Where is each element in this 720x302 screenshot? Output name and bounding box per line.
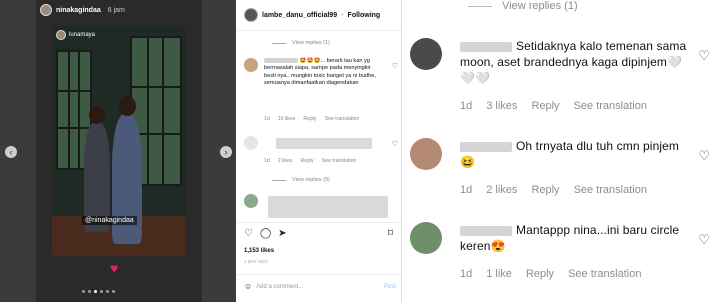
post-username[interactable]: lambe_danu_official99 <box>262 12 337 19</box>
like-heart-icon[interactable]: ♡ <box>392 140 398 148</box>
story-next-button[interactable]: › <box>220 146 232 158</box>
comment-avatar[interactable] <box>410 222 442 254</box>
story-photo: lunamaya @ninakagindaa <box>52 26 186 256</box>
post-time-ago: 1 DAY AGO <box>244 259 268 264</box>
story-dot <box>106 290 109 293</box>
see-translation-button[interactable]: See translation <box>574 100 647 112</box>
photo-username: lunamaya <box>69 32 96 38</box>
comment-avatar[interactable] <box>244 194 258 208</box>
comment-likes[interactable]: 1 like <box>486 268 512 280</box>
comment-text: 🤩🤩🤩... berarti tau kan yg bermasalah sia… <box>264 58 376 87</box>
add-comment-input[interactable]: Add a comment... <box>256 284 303 290</box>
comment-time: 1d <box>460 268 473 280</box>
comment-icon[interactable]: ◯ <box>260 228 271 239</box>
story-time: 6 jam <box>107 6 125 14</box>
view-replies-toggle[interactable]: View replies (1) <box>468 0 578 12</box>
share-icon[interactable]: ➤ <box>278 228 286 239</box>
person-right-head <box>119 96 136 116</box>
comment-meta: 1d 1 like Reply See translation <box>460 268 641 280</box>
post-avatar[interactable] <box>244 8 258 22</box>
like-heart-icon[interactable]: ♡ <box>698 148 710 164</box>
story-dot <box>88 290 91 293</box>
blurred-username <box>460 41 512 52</box>
story-progress-dots <box>82 290 115 293</box>
post-comment-button[interactable]: Post <box>384 284 396 290</box>
blurred-username <box>460 141 512 152</box>
see-translation-button[interactable]: See translation <box>322 158 357 164</box>
blurred-comment <box>268 196 388 218</box>
story-dot <box>112 290 115 293</box>
view-replies-toggle[interactable]: View replies (1) <box>272 40 330 46</box>
like-heart-icon[interactable]: ♡ <box>392 62 398 70</box>
see-translation-button[interactable]: See translation <box>574 184 647 196</box>
blurred-username <box>460 225 512 236</box>
emoji-icon[interactable]: ☺ <box>244 282 252 291</box>
reply-button[interactable]: Reply <box>301 158 314 164</box>
like-icon[interactable]: ♡ <box>244 228 253 239</box>
story-avatar[interactable] <box>40 4 52 16</box>
see-translation-button[interactable]: See translation <box>568 268 641 280</box>
comment-text: Setidaknya kalo temenan sama moon, aset … <box>460 39 687 85</box>
photo-mention-tag[interactable]: @ninakagindaa <box>82 216 137 225</box>
comment-time: 1d <box>264 116 270 122</box>
reply-button[interactable]: Reply <box>526 268 554 280</box>
story-dot <box>82 290 85 293</box>
comment-likes[interactable]: 3 likes <box>486 100 517 112</box>
comment-text: Oh trnyata dlu tuh cmn pinjem😆 <box>460 139 679 169</box>
comment-text: Mantappp nina...ini baru circle keren😍 <box>460 223 680 253</box>
comment-meta: 1d 2 likes Reply See translation <box>264 158 356 164</box>
comment-avatar[interactable] <box>244 136 258 150</box>
comment-time: 1d <box>264 158 270 164</box>
add-comment-divider <box>236 274 401 275</box>
photo-avatar <box>56 30 66 40</box>
reply-button[interactable]: Reply <box>531 100 559 112</box>
story-header: ninakagindaa 6 jam <box>40 4 125 16</box>
story-dot <box>100 290 103 293</box>
post-comments-panel: lambe_danu_official99 • Following View r… <box>236 0 402 302</box>
blurred-comment <box>276 138 372 149</box>
reply-button[interactable]: Reply <box>303 116 316 122</box>
comment-likes[interactable]: 2 likes <box>486 184 517 196</box>
story-frame: ninakagindaa 6 jam lunamaya @ninakaginda… <box>36 0 202 302</box>
bookmark-icon[interactable]: ⌑ <box>388 228 393 239</box>
comment-likes[interactable]: 16 likes <box>278 116 296 122</box>
see-translation-button[interactable]: See translation <box>325 116 360 122</box>
add-comment-bar: ☺ Add a comment... Post <box>244 282 396 291</box>
person-left-head <box>89 106 105 124</box>
post-header: lambe_danu_official99 • Following <box>244 8 400 22</box>
comment-meta: 1d 16 likes Reply See translation <box>264 116 359 122</box>
like-heart-icon[interactable]: ♡ <box>698 232 710 248</box>
comment-time: 1d <box>460 184 473 196</box>
comment-likes[interactable]: 2 likes <box>278 158 293 164</box>
comment-avatar[interactable] <box>410 138 442 170</box>
comment-time: 1d <box>460 100 473 112</box>
story-prev-button[interactable]: ‹ <box>5 146 17 158</box>
likes-count[interactable]: 1,153 likes <box>244 248 274 254</box>
zoomed-comments-panel: View replies (1) Setidaknya kalo temenan… <box>402 0 720 302</box>
story-username[interactable]: ninakagindaa <box>56 7 101 14</box>
post-actions: ♡ ◯ ➤ <box>244 228 287 239</box>
story-viewer: ‹ › ninakagindaa 6 jam lunamaya @ninakag… <box>0 0 236 302</box>
comment-meta: 1d 2 likes Reply See translation <box>460 184 647 196</box>
actions-divider <box>236 222 401 223</box>
comment-meta: 1d 3 likes Reply See translation <box>460 100 647 112</box>
heart-icon[interactable]: ♥ <box>110 260 118 276</box>
comment-avatar[interactable] <box>244 58 258 72</box>
like-heart-icon[interactable]: ♡ <box>698 48 710 64</box>
view-replies-toggle[interactable]: View replies (9) <box>272 177 330 183</box>
comment-avatar[interactable] <box>410 38 442 70</box>
story-dot-active <box>94 290 97 293</box>
photo-header: lunamaya <box>56 30 95 40</box>
header-divider <box>236 30 401 31</box>
reply-button[interactable]: Reply <box>531 184 559 196</box>
following-button[interactable]: Following <box>348 12 381 19</box>
